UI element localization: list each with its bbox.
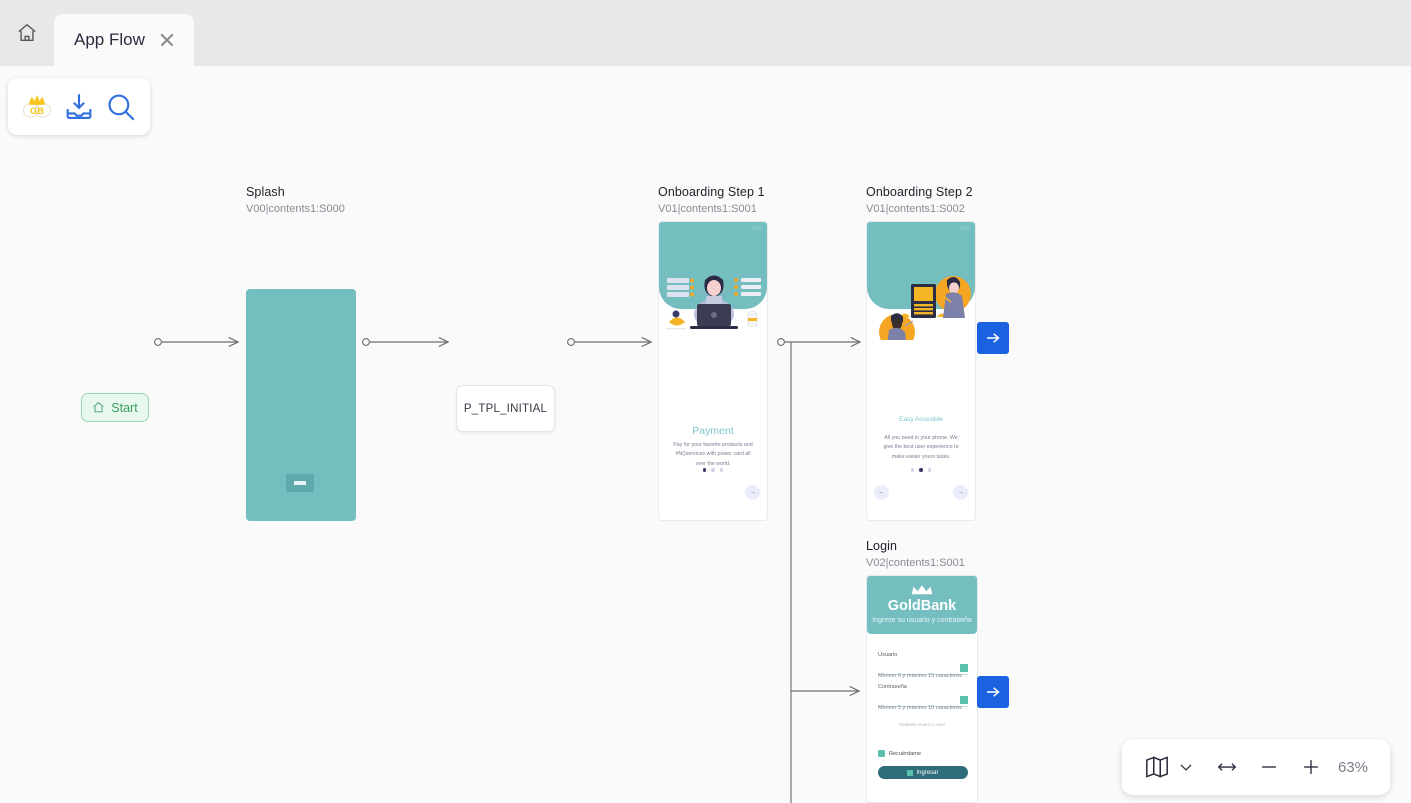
crown-icon xyxy=(909,584,935,596)
minimap-button[interactable] xyxy=(1144,754,1170,780)
onboarding1-next-button[interactable]: → xyxy=(745,485,760,500)
login-submit-label: Ingresar xyxy=(916,770,938,776)
onboarding1-illustration xyxy=(659,252,768,372)
chevron-down-icon xyxy=(1176,757,1196,777)
home-button[interactable] xyxy=(0,0,54,66)
login-brand: GoldBank xyxy=(867,598,977,614)
login-user-input[interactable]: Mínimo 6 y máximo 15 caracteres xyxy=(878,664,968,675)
start-node[interactable]: Start xyxy=(81,393,149,422)
template-node-initial[interactable]: P_TPL_INITIAL xyxy=(456,385,555,432)
login-remember-label: Recuérdame xyxy=(889,751,921,757)
screen-card-onboarding-2[interactable]: Skip Easy Accesible All you need in your… xyxy=(866,221,976,521)
node-title-splash: Splash xyxy=(246,185,285,199)
zoom-out-button[interactable] xyxy=(1258,756,1280,778)
checkbox-icon xyxy=(878,750,885,757)
onboarding1-body: Pay for your favorite products and #N()s… xyxy=(659,441,767,469)
canvas-toolbar: GB xyxy=(8,78,150,135)
map-icon xyxy=(1144,754,1170,780)
search-icon[interactable] xyxy=(104,90,138,124)
tab-app-flow[interactable]: App Flow xyxy=(54,14,194,66)
screen-card-splash[interactable] xyxy=(246,289,356,521)
login-pass-field-icon xyxy=(960,696,968,704)
plus-icon xyxy=(1300,756,1322,778)
login-user-label: Usuario xyxy=(878,652,897,658)
download-glyph xyxy=(62,90,96,124)
onboarding2-illustration xyxy=(867,250,976,370)
node-subtitle-onboarding-2: V01|contents1:S002 xyxy=(866,203,965,215)
onboarding2-next-action-button[interactable] xyxy=(977,322,1009,354)
login-pass-label: Contraseña xyxy=(878,684,907,690)
onboarding2-prev-button[interactable]: ← xyxy=(874,485,889,500)
arrow-right-icon xyxy=(984,683,1002,701)
minus-icon xyxy=(1258,756,1280,778)
template-node-label: P_TPL_INITIAL xyxy=(464,403,547,415)
onboarding2-skip-label[interactable]: Skip xyxy=(960,226,970,232)
node-subtitle-onboarding-1: V01|contents1:S001 xyxy=(658,203,757,215)
goldbank-logo-glyph: GB xyxy=(20,90,54,124)
login-user-field-icon xyxy=(960,664,968,672)
search-glyph xyxy=(104,90,138,124)
download-icon[interactable] xyxy=(62,90,96,124)
login-remember-checkbox[interactable]: Recuérdame xyxy=(878,750,921,757)
node-title-onboarding-1: Onboarding Step 1 xyxy=(658,185,765,199)
login-submit-button[interactable]: Ingresar xyxy=(878,766,968,779)
onboarding1-skip-label[interactable]: Skip xyxy=(752,226,762,232)
onboarding2-dots xyxy=(867,468,975,472)
svg-text:GB: GB xyxy=(30,105,44,115)
login-user-placeholder: Mínimo 6 y máximo 15 caracteres xyxy=(878,673,962,679)
arrow-right-icon xyxy=(984,329,1002,347)
login-next-action-button[interactable] xyxy=(977,676,1009,708)
goldbank-logo-icon[interactable]: GB xyxy=(20,90,54,124)
node-subtitle-splash: V00|contents1:S000 xyxy=(246,203,345,215)
login-pass-input[interactable]: Mínimo 5 y máximo 10 caracteres xyxy=(878,696,968,707)
zoom-in-button[interactable] xyxy=(1300,756,1322,778)
login-pass-placeholder: Mínimo 5 y máximo 10 caracteres xyxy=(878,705,962,711)
screen-card-onboarding-1[interactable]: Skip xyxy=(658,221,768,521)
login-tagline: Ingrese su usuario y contraseña xyxy=(867,617,977,624)
login-forgot-link[interactable]: Olvidaste usuario o clave xyxy=(867,722,977,727)
zoom-level-label: 63% xyxy=(1338,759,1368,776)
node-title-login: Login xyxy=(866,539,897,553)
node-subtitle-login: V02|contents1:S001 xyxy=(866,557,965,569)
fit-width-icon xyxy=(1216,756,1238,778)
home-icon xyxy=(92,401,105,414)
node-title-onboarding-2: Onboarding Step 2 xyxy=(866,185,973,199)
splash-chip xyxy=(286,474,314,492)
zoom-toolbar: 63% xyxy=(1122,739,1390,795)
onboarding1-dots xyxy=(659,468,767,472)
onboarding2-next-button[interactable]: → xyxy=(953,485,968,500)
home-icon xyxy=(16,22,38,44)
submit-glyph-icon xyxy=(907,770,913,776)
tab-label: App Flow xyxy=(74,30,145,50)
screen-card-login[interactable]: GoldBank Ingrese su usuario y contraseña… xyxy=(866,575,978,803)
tab-bar: App Flow xyxy=(0,0,1411,66)
close-icon[interactable] xyxy=(159,32,175,48)
flow-canvas[interactable]: GB xyxy=(0,66,1411,803)
onboarding2-title: Easy Accesible xyxy=(867,416,975,423)
onboarding1-title: Payment xyxy=(659,425,767,437)
start-node-label: Start xyxy=(111,401,137,415)
minimap-dropdown-button[interactable] xyxy=(1176,757,1196,777)
onboarding2-body: All you need in your phone. We give the … xyxy=(867,434,975,462)
fit-to-width-button[interactable] xyxy=(1216,756,1238,778)
